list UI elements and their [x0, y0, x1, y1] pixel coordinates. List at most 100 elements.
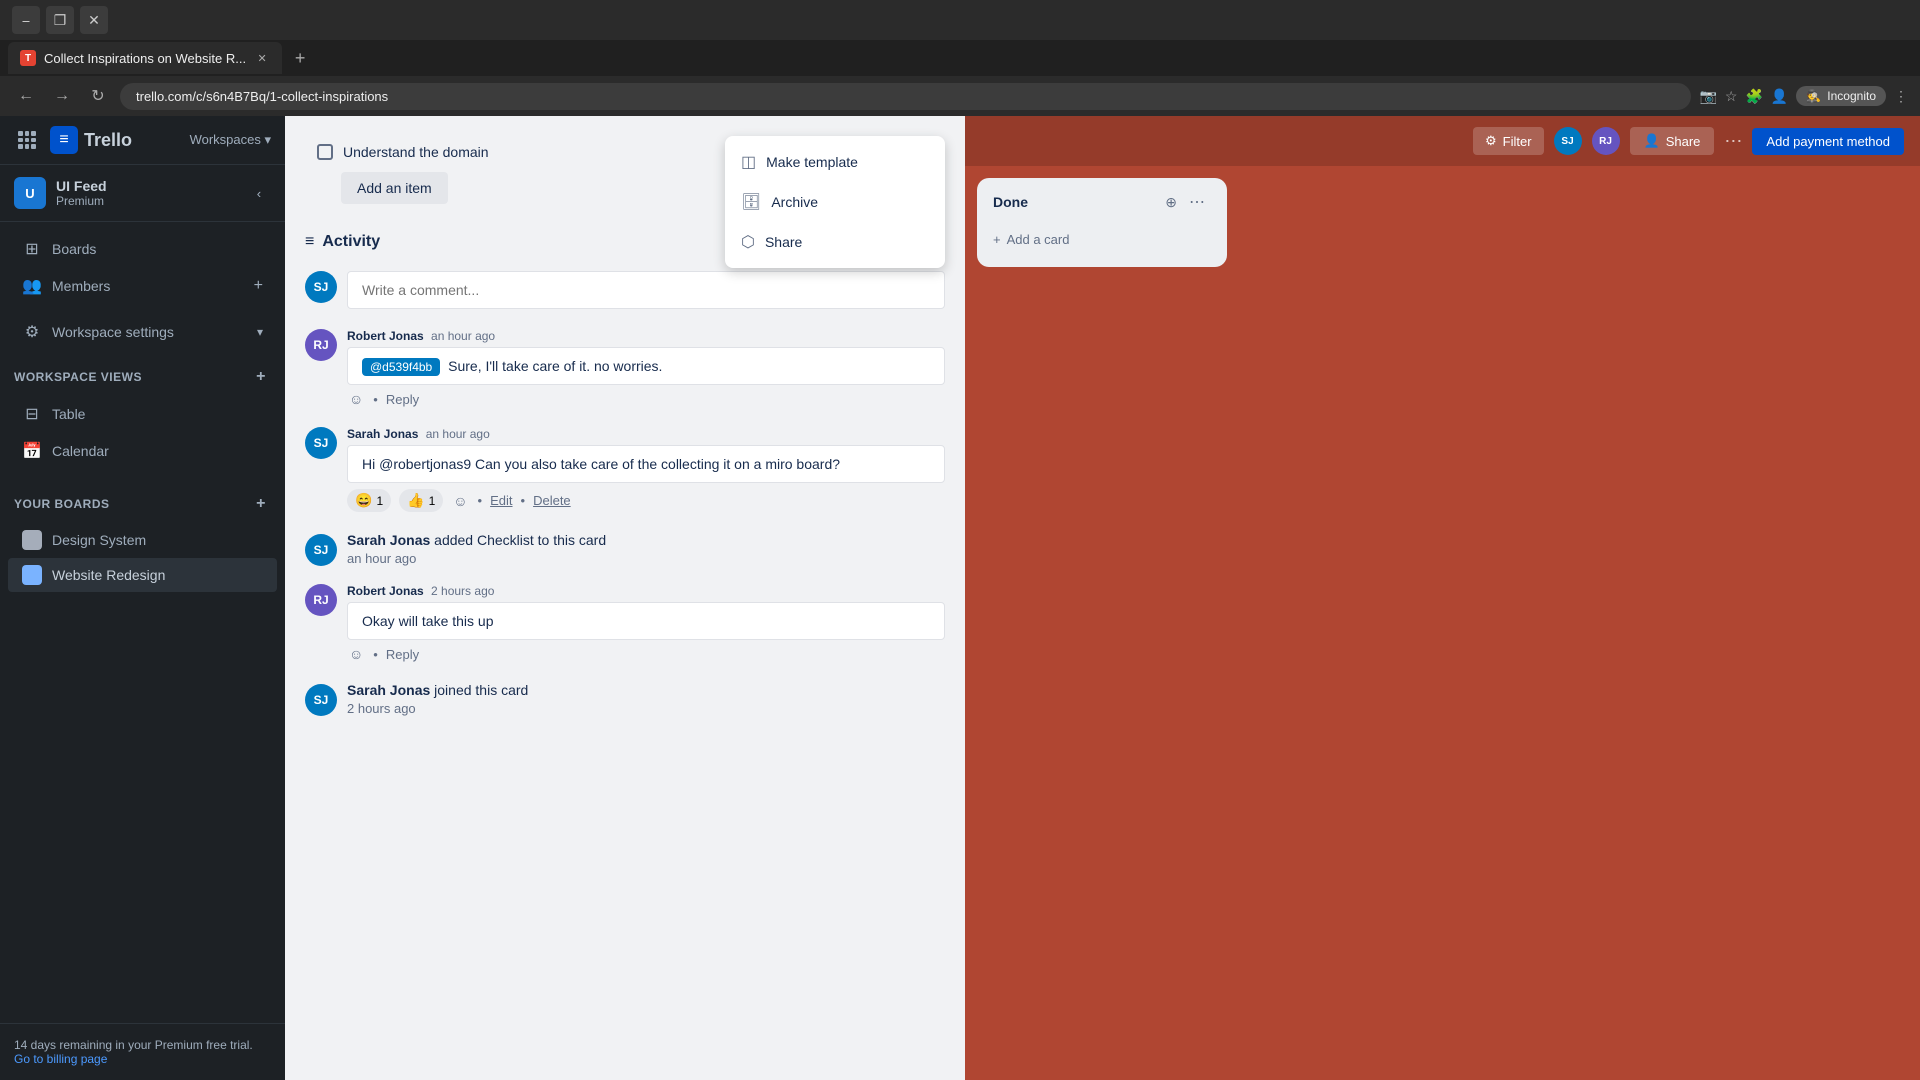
workspaces-toggle[interactable]: Workspaces ▾ — [190, 132, 271, 148]
activity-title: ≡ Activity — [305, 233, 380, 251]
sidebar-collapse-button[interactable]: ‹ — [247, 181, 271, 205]
add-member-icon[interactable]: + — [254, 277, 263, 295]
comment-robert-1: RJ Robert Jonas an hour ago @d539f4bb Su… — [305, 329, 945, 407]
url-input[interactable] — [120, 83, 1691, 110]
workspace-name: UI Feed — [56, 178, 237, 194]
address-bar-icons: 📷 ☆ 🧩 👤 — [1699, 88, 1788, 105]
filter-label: Filter — [1503, 134, 1532, 149]
comment-author-robert-1: Robert Jonas — [347, 329, 424, 343]
refresh-button[interactable]: ↻ — [84, 82, 112, 110]
add-reaction-button-3[interactable]: ☺ — [347, 646, 365, 662]
sidebar-item-table[interactable]: ⊟ Table — [8, 396, 277, 432]
robert-avatar-1: RJ — [305, 329, 337, 361]
members-label: Members — [52, 278, 110, 294]
sidebar-board-design-system[interactable]: Design System — [8, 523, 277, 557]
filter-button[interactable]: ⚙ Filter — [1473, 127, 1544, 155]
add-board-button[interactable]: + — [251, 494, 271, 514]
main-content: Understand the domain Add an item ≡ Acti… — [285, 116, 1920, 1080]
context-menu-archive[interactable]: 🗄 Archive — [725, 182, 945, 222]
extensions-icon[interactable]: 🧩 — [1745, 88, 1762, 105]
calendar-label: Calendar — [52, 443, 109, 459]
add-payment-button[interactable]: Add payment method — [1752, 128, 1904, 155]
add-item-button[interactable]: Add an item — [341, 172, 448, 204]
comment-body-robert-2: Robert Jonas 2 hours ago Okay will take … — [347, 584, 945, 662]
boards-icon: ⊞ — [22, 239, 42, 259]
checklist-checkbox[interactable] — [317, 144, 333, 160]
trello-logo[interactable]: ≡ Trello — [50, 126, 132, 154]
column-header-done: Done ⊕ ⋯ — [985, 190, 1219, 214]
add-card-button[interactable]: + Add a card — [985, 224, 1219, 255]
maximize-button[interactable]: ❐ — [46, 6, 74, 34]
share-label: Share — [765, 234, 802, 250]
delete-link-1[interactable]: Delete — [533, 493, 571, 508]
thumbs-count: 1 — [429, 494, 436, 508]
board-more-options[interactable]: ⋯ — [1724, 131, 1742, 152]
profile-icon[interactable]: 👤 — [1771, 88, 1788, 105]
context-menu-share[interactable]: ⬡ Share — [725, 222, 945, 262]
add-reaction-button-2[interactable]: ☺ — [451, 493, 469, 509]
star-icon[interactable]: ☆ — [1725, 88, 1738, 105]
board-share-button[interactable]: 👤 Share — [1630, 127, 1715, 155]
sarah-avatar-2: SJ — [305, 534, 337, 566]
back-button[interactable]: ← — [12, 82, 40, 110]
comment-time-robert-2: 2 hours ago — [431, 584, 494, 598]
activity-icon: ≡ — [305, 233, 314, 251]
comment-time-sarah-1: an hour ago — [426, 427, 490, 441]
sidebar-item-calendar[interactable]: 📅 Calendar — [8, 433, 277, 469]
comment-meta-robert-1: Robert Jonas an hour ago — [347, 329, 945, 343]
tab-favicon: T — [20, 50, 36, 66]
comment-text-sarah-1: Hi @robertjonas9 Can you also take care … — [362, 456, 840, 472]
add-reaction-button-1[interactable]: ☺ — [347, 391, 365, 407]
add-workspace-view-button[interactable]: + — [251, 367, 271, 387]
tab-bar: T Collect Inspirations on Website R... ✕… — [0, 40, 1920, 76]
browser-window-controls: ⎯ ❐ ✕ — [0, 0, 1920, 40]
comment-input[interactable] — [347, 271, 945, 309]
close-button[interactable]: ✕ — [80, 6, 108, 34]
system-event-action-1: added Checklist to this card — [434, 532, 606, 548]
apps-icon[interactable] — [14, 127, 40, 153]
filter-icon: ⚙ — [1485, 133, 1497, 149]
comment-author-sarah-1: Sarah Jonas — [347, 427, 418, 441]
new-tab-button[interactable]: + — [286, 44, 314, 72]
sidebar-item-boards[interactable]: ⊞ Boards — [8, 231, 277, 267]
activity-label: Activity — [322, 233, 380, 251]
template-icon: ◫ — [741, 152, 756, 172]
column-menu-button[interactable]: ⋯ — [1183, 190, 1211, 214]
reply-link-2[interactable]: Reply — [386, 647, 419, 662]
address-bar: ← → ↻ 📷 ☆ 🧩 👤 🕵 Incognito ⋮ — [0, 76, 1920, 116]
board-share-label: Share — [1666, 134, 1701, 149]
context-menu-make-template[interactable]: ◫ Make template — [725, 142, 945, 182]
active-tab[interactable]: T Collect Inspirations on Website R... ✕ — [8, 42, 282, 74]
emoji-reaction-thumbs[interactable]: 👍 1 — [399, 489, 443, 512]
system-event-author-1: Sarah Jonas — [347, 532, 430, 548]
comment-body-robert-1: Robert Jonas an hour ago @d539f4bb Sure,… — [347, 329, 945, 407]
minimize-button[interactable]: ⎯ — [12, 6, 40, 34]
billing-link[interactable]: Go to billing page — [14, 1052, 107, 1066]
comment-text-robert-1: Sure, I'll take care of it. no worries. — [448, 358, 662, 374]
comment-actions-sarah-1: 😄 1 👍 1 ☺ • Edit • Delete — [347, 489, 945, 512]
sidebar-item-members[interactable]: 👥 Members + — [8, 268, 277, 304]
your-boards-label: Your boards — [14, 497, 110, 511]
incognito-label: Incognito — [1827, 89, 1876, 103]
reply-link-1[interactable]: Reply — [386, 392, 419, 407]
comment-box-robert-1: @d539f4bb Sure, I'll take care of it. no… — [347, 347, 945, 385]
context-menu-panel: ◫ Make template 🗄 Archive ⬡ Share — [725, 136, 945, 268]
comment-actions-robert-2: ☺ • Reply — [347, 646, 945, 662]
sidebar-board-website-redesign[interactable]: Website Redesign — [8, 558, 277, 592]
tab-close-button[interactable]: ✕ — [254, 50, 270, 66]
edit-link-1[interactable]: Edit — [490, 493, 512, 508]
tab-title: Collect Inspirations on Website R... — [44, 51, 246, 66]
calendar-icon: 📅 — [22, 441, 42, 461]
browser-menu-icon[interactable]: ⋮ — [1894, 88, 1908, 105]
system-event-joined-text: Sarah Jonas joined this card 2 hours ago — [347, 682, 528, 718]
forward-button[interactable]: → — [48, 82, 76, 110]
trial-text: 14 days remaining in your Premium free t… — [14, 1038, 253, 1052]
sidebar-item-workspace-settings[interactable]: ⚙ Workspace settings ▾ — [8, 314, 277, 350]
sidebar-header: ≡ Trello Workspaces ▾ — [0, 116, 285, 165]
copy-card-button[interactable]: ⊕ — [1163, 192, 1179, 213]
system-event-text: Sarah Jonas added Checklist to this card… — [347, 532, 606, 568]
board-column-done: Done ⊕ ⋯ + Add a card — [977, 178, 1227, 267]
workspace-avatar: U — [14, 177, 46, 209]
members-icon: 👥 — [22, 276, 42, 296]
emoji-reaction-smile[interactable]: 😄 1 — [347, 489, 391, 512]
